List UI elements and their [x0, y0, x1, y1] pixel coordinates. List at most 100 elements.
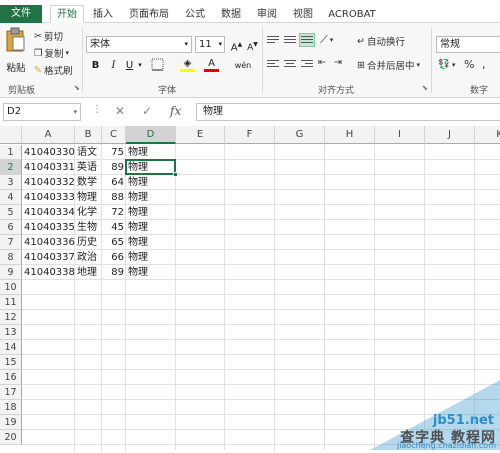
cell-C6[interactable]: 45: [102, 220, 126, 235]
column-header-I[interactable]: I: [375, 126, 425, 144]
row-header-1[interactable]: 1: [0, 145, 22, 160]
comma-button[interactable]: ,: [482, 58, 486, 71]
row-header-18[interactable]: 18: [0, 400, 22, 415]
accounting-format-icon[interactable]: 💱 ▾: [438, 59, 455, 70]
row-header-16[interactable]: 16: [0, 370, 22, 385]
column-header-A[interactable]: A: [22, 126, 75, 144]
grow-font-button[interactable]: A▲: [229, 37, 244, 53]
cell-D1[interactable]: 物理: [126, 145, 176, 160]
tab-insert[interactable]: 插入: [88, 6, 118, 23]
column-header-G[interactable]: G: [275, 126, 325, 144]
shrink-font-button[interactable]: A▼: [245, 37, 260, 53]
number-format-select[interactable]: 常规: [436, 36, 500, 53]
row-header-13[interactable]: 13: [0, 325, 22, 340]
align-bottom-icon[interactable]: [299, 33, 315, 47]
cell-D8[interactable]: 物理: [126, 250, 176, 265]
cut-button[interactable]: ✂ 剪切: [34, 29, 63, 44]
paste-button[interactable]: 粘贴: [4, 27, 28, 77]
italic-button[interactable]: I: [106, 58, 121, 73]
row-header-3[interactable]: 3: [0, 175, 22, 190]
insert-function-icon[interactable]: fx: [170, 104, 181, 118]
cell-A7[interactable]: 41040336: [22, 235, 75, 250]
row-header-19[interactable]: 19: [0, 415, 22, 430]
cell-D5[interactable]: 物理: [126, 205, 176, 220]
column-header-H[interactable]: H: [325, 126, 375, 144]
cell-A5[interactable]: 41040334: [22, 205, 75, 220]
align-right-icon[interactable]: [300, 58, 314, 70]
worksheet-grid[interactable]: A B C D E F G H I J K 1 2 3 4 5 6 7 8 9 10 11 12 13 14 15 16 17 18 19…: [0, 126, 500, 450]
column-header-D[interactable]: D: [126, 126, 176, 144]
cell-B4[interactable]: 物理: [75, 190, 102, 205]
align-middle-icon[interactable]: [283, 34, 297, 46]
cell-C5[interactable]: 72: [102, 205, 126, 220]
cell-C4[interactable]: 88: [102, 190, 126, 205]
column-header-F[interactable]: F: [225, 126, 275, 144]
column-header-J[interactable]: J: [425, 126, 475, 144]
cell-D4[interactable]: 物理: [126, 190, 176, 205]
cell-D9[interactable]: 物理: [126, 265, 176, 280]
name-box[interactable]: D2 ▾: [3, 103, 81, 121]
copy-button[interactable]: ❐ 复制 ▾: [34, 46, 69, 61]
cell-C1[interactable]: 75: [102, 145, 126, 160]
row-header-2[interactable]: 2: [0, 160, 22, 175]
cell-A9[interactable]: 41040338: [22, 265, 75, 280]
bold-button[interactable]: B: [88, 58, 103, 73]
row-header-17[interactable]: 17: [0, 385, 22, 400]
row-header-11[interactable]: 11: [0, 295, 22, 310]
align-center-icon[interactable]: [283, 58, 297, 70]
tab-acrobat[interactable]: ACROBAT: [326, 6, 378, 23]
row-header-20[interactable]: 20: [0, 430, 22, 445]
formula-input[interactable]: 物理: [196, 103, 500, 121]
cell-B5[interactable]: 化学: [75, 205, 102, 220]
row-header-8[interactable]: 8: [0, 250, 22, 265]
row-header-12[interactable]: 12: [0, 310, 22, 325]
underline-button[interactable]: U: [122, 58, 137, 73]
row-header-7[interactable]: 7: [0, 235, 22, 250]
cell-D6[interactable]: 物理: [126, 220, 176, 235]
cell-D7[interactable]: 物理: [126, 235, 176, 250]
percent-button[interactable]: %: [464, 58, 474, 71]
cell-B8[interactable]: 政治: [75, 250, 102, 265]
font-name-select[interactable]: 宋体 ▾: [86, 36, 192, 53]
format-painter-button[interactable]: ✎ 格式刷: [34, 63, 72, 78]
cell-C2[interactable]: 89: [102, 160, 126, 175]
cell-B2[interactable]: 英语: [75, 160, 102, 175]
select-all-corner[interactable]: [0, 126, 22, 144]
cell-A6[interactable]: 41040335: [22, 220, 75, 235]
font-color-button[interactable]: A: [204, 56, 219, 72]
tab-data[interactable]: 数据: [216, 6, 246, 23]
column-header-E[interactable]: E: [176, 126, 225, 144]
borders-button[interactable]: [150, 58, 165, 73]
clipboard-launcher-icon[interactable]: ⬊: [74, 84, 80, 92]
cell-A8[interactable]: 41040337: [22, 250, 75, 265]
tab-formulas[interactable]: 公式: [180, 6, 210, 23]
cell-B9[interactable]: 地理: [75, 265, 102, 280]
column-header-C[interactable]: C: [102, 126, 126, 144]
cell-C7[interactable]: 65: [102, 235, 126, 250]
column-header-K[interactable]: K: [475, 126, 500, 144]
row-header-15[interactable]: 15: [0, 355, 22, 370]
row-header-14[interactable]: 14: [0, 340, 22, 355]
align-left-icon[interactable]: [266, 58, 280, 70]
orientation-button[interactable]: ⟋ ▾: [320, 33, 333, 47]
enter-icon[interactable]: ✓: [142, 104, 152, 118]
row-header-10[interactable]: 10: [0, 280, 22, 295]
row-header-4[interactable]: 4: [0, 190, 22, 205]
align-top-icon[interactable]: [266, 34, 280, 46]
tab-file[interactable]: 文件: [0, 5, 42, 23]
cell-B7[interactable]: 历史: [75, 235, 102, 250]
cell-A3[interactable]: 41040332: [22, 175, 75, 190]
column-header-B[interactable]: B: [75, 126, 102, 144]
alignment-launcher-icon[interactable]: ⬊: [422, 84, 428, 92]
cell-A4[interactable]: 41040333: [22, 190, 75, 205]
font-size-select[interactable]: 11 ▾: [195, 36, 225, 53]
tab-page-layout[interactable]: 页面布局: [124, 6, 174, 23]
fill-handle[interactable]: [173, 172, 178, 177]
tab-review[interactable]: 审阅: [252, 6, 282, 23]
fill-color-button[interactable]: ◈: [180, 56, 195, 72]
wrap-text-button[interactable]: ↵ 自动换行: [357, 34, 405, 49]
row-header-5[interactable]: 5: [0, 205, 22, 220]
cell-B3[interactable]: 数学: [75, 175, 102, 190]
cell-C8[interactable]: 66: [102, 250, 126, 265]
merge-center-button[interactable]: ⊞ 合并后居中 ▾: [357, 58, 420, 73]
